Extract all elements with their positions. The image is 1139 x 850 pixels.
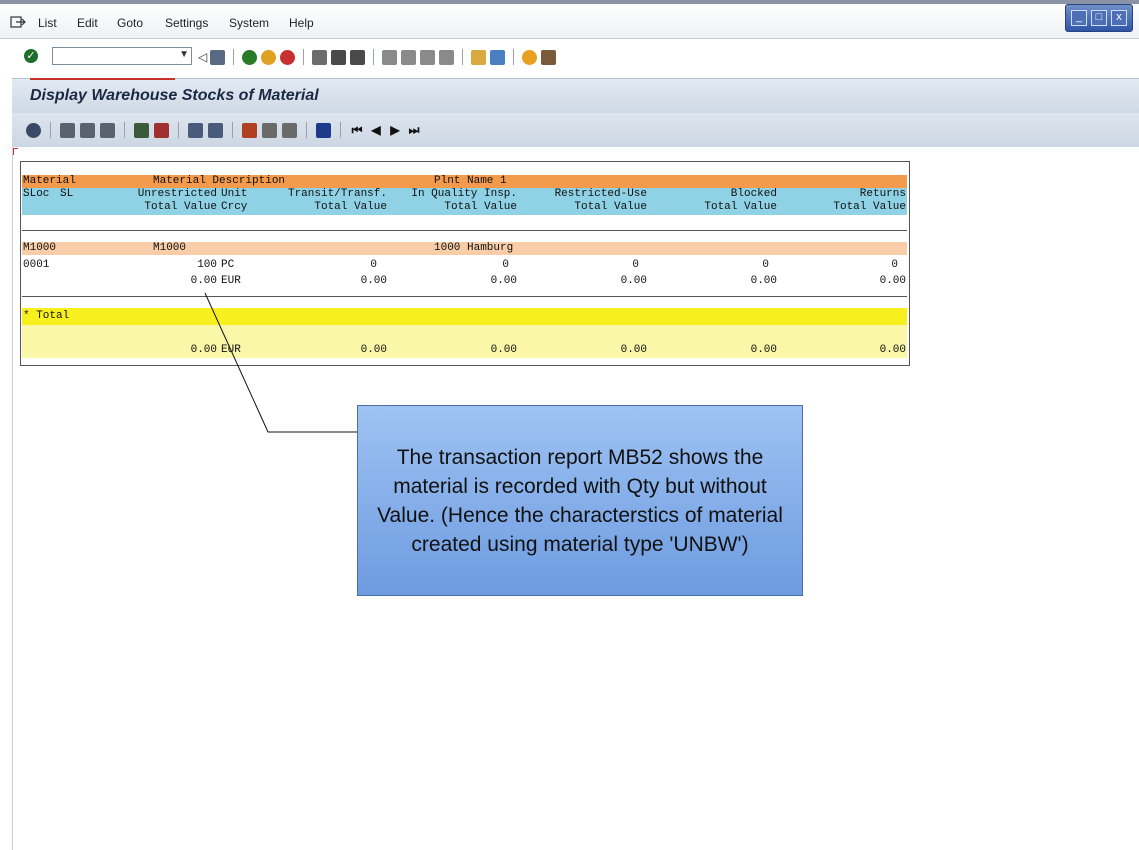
annotation-callout: The transaction report MB52 shows the ma… [357, 405, 803, 596]
callout-text: The transaction report MB52 shows the ma… [377, 445, 783, 556]
